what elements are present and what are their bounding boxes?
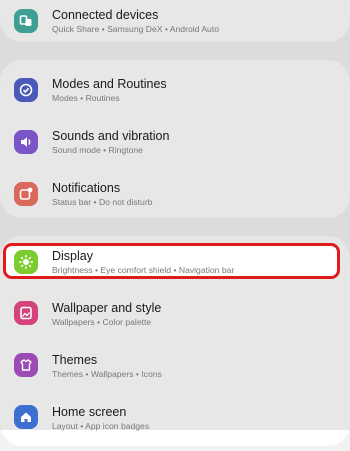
- themes-icon: [14, 353, 38, 377]
- settings-item-wallpaper-style[interactable]: Wallpaper and style Wallpapers • Color p…: [0, 295, 350, 347]
- settings-item-sounds-vibration[interactable]: Sounds and vibration Sound mode • Ringto…: [0, 122, 350, 174]
- sun-icon: [14, 250, 38, 274]
- settings-item-subtitle: Themes • Wallpapers • Icons: [52, 369, 162, 379]
- settings-item-title: Connected devices: [52, 8, 159, 22]
- settings-item-subtitle: Wallpapers • Color palette: [52, 317, 152, 327]
- home-icon: [14, 405, 38, 429]
- settings-item-display[interactable]: Display Brightness • Eye comfort shield …: [0, 243, 350, 295]
- settings-item-subtitle: Status bar • Do not disturb: [52, 197, 153, 207]
- settings-item-subtitle: Modes • Routines: [52, 93, 120, 103]
- settings-item-connected-devices[interactable]: Connected devices Quick Share • Samsung …: [0, 0, 350, 52]
- check-circle-icon: [14, 78, 38, 102]
- settings-item-modes-routines[interactable]: Modes and Routines Modes • Routines: [0, 70, 350, 122]
- settings-item-title: Themes: [52, 353, 98, 367]
- wallpaper-icon: [14, 301, 38, 325]
- settings-item-themes[interactable]: Themes Themes • Wallpapers • Icons: [0, 347, 350, 399]
- notification-icon: [14, 182, 38, 206]
- settings-item-title: Sounds and vibration: [52, 129, 170, 143]
- settings-item-subtitle: Quick Share • Samsung DeX • Android Auto: [52, 24, 220, 34]
- settings-item-subtitle: Sound mode • Ringtone: [52, 145, 143, 155]
- speaker-icon: [14, 130, 38, 154]
- settings-item-subtitle: Brightness • Eye comfort shield • Naviga…: [52, 265, 235, 275]
- connected-devices-icon: [14, 9, 38, 33]
- settings-item-title: Home screen: [52, 405, 127, 419]
- settings-item-title: Display: [52, 249, 93, 263]
- settings-item-title: Modes and Routines: [52, 77, 167, 91]
- settings-item-title: Notifications: [52, 181, 121, 195]
- settings-item-notifications[interactable]: Notifications Status bar • Do not distur…: [0, 174, 350, 226]
- settings-item-title: Wallpaper and style: [52, 301, 162, 315]
- settings-item-home-screen[interactable]: Home screen Layout • App icon badges: [0, 399, 350, 451]
